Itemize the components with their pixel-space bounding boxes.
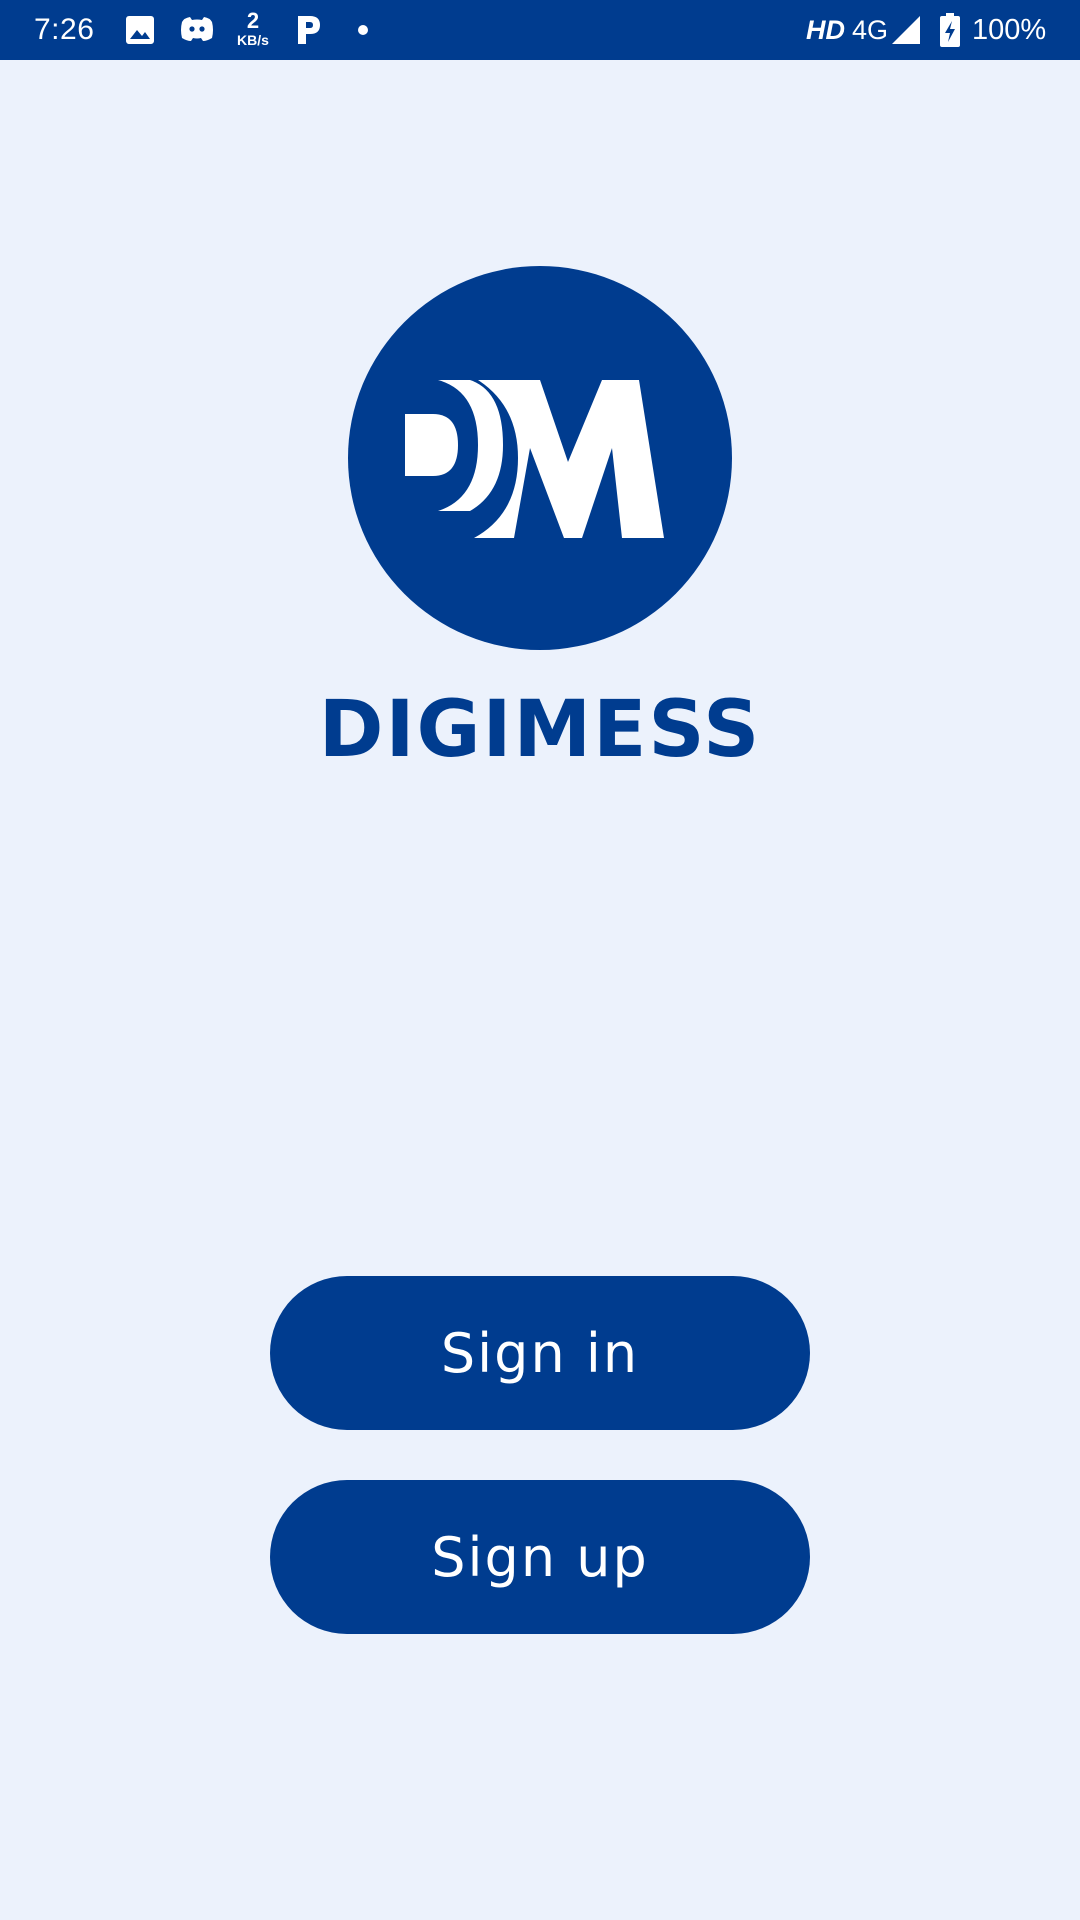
notification-dot-icon: [358, 25, 368, 35]
app-logo: [348, 266, 732, 650]
network-speed: 2 KB/s: [232, 8, 274, 48]
sign-in-button[interactable]: Sign in: [270, 1276, 810, 1430]
image-icon: [124, 12, 156, 48]
app-name: DIGIMESS: [318, 685, 762, 775]
battery-percentage: 100%: [972, 14, 1047, 46]
network-type: 4G: [852, 15, 889, 45]
network-speed-value: 2: [246, 8, 260, 33]
network-speed-unit: KB/s: [237, 32, 269, 48]
status-bar: 7:26 2 KB/s HD 4G 100%: [0, 0, 1080, 60]
battery-charging-icon: [938, 12, 962, 48]
signal-icon: [890, 12, 922, 48]
status-time: 7:26: [34, 13, 95, 46]
p-app-icon: [292, 12, 324, 48]
hd-indicator: HD: [806, 15, 845, 45]
discord-icon: [178, 12, 216, 48]
sign-up-button[interactable]: Sign up: [270, 1480, 810, 1634]
